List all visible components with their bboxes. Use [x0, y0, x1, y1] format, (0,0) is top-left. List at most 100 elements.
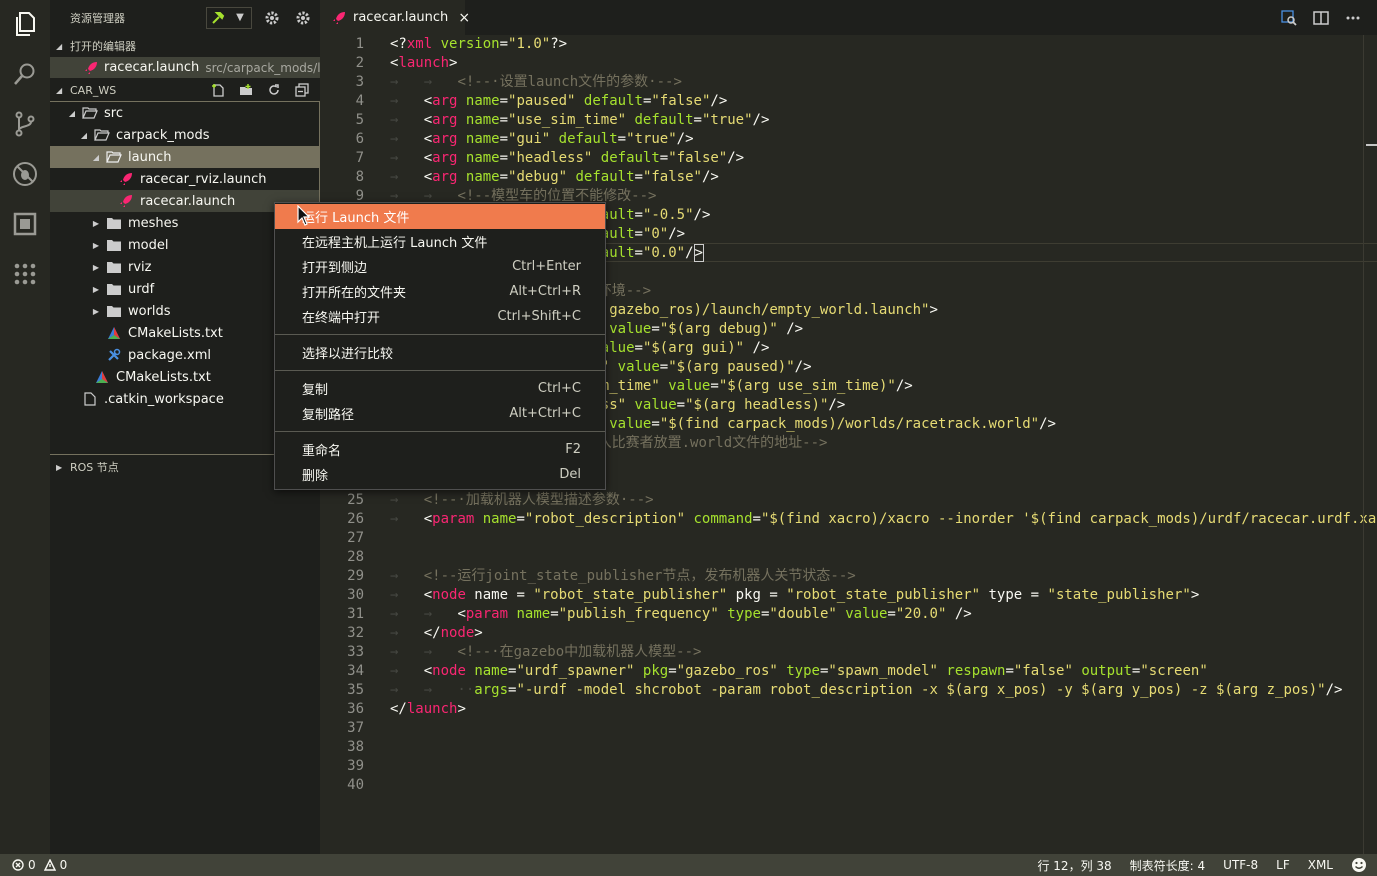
language-mode[interactable]: XML: [1308, 858, 1333, 872]
code-line: → <param name="robot_description" comman…: [390, 511, 1377, 527]
tree-item-label: urdf: [128, 281, 155, 297]
menu-item-label: 打开到侧边: [302, 261, 368, 276]
close-icon[interactable]: ×: [458, 10, 470, 26]
expanded-arrow-icon: ◢: [68, 108, 76, 118]
collapse-all-icon[interactable]: [288, 81, 316, 99]
rocket-icon: [332, 11, 346, 25]
line-number: 29: [347, 568, 364, 584]
vscode-window: 资源管理器 ▼ ◢ 打开的编辑器 racecar.launch src/carp…: [0, 0, 1377, 876]
hammer-icon[interactable]: [207, 11, 229, 25]
line-number: 2: [355, 55, 364, 71]
workspace-header[interactable]: ◢ CAR_WS: [50, 79, 320, 101]
tree-item-label: carpack_mods: [116, 127, 210, 143]
menu-item-delete[interactable]: 删除 Del: [275, 462, 605, 487]
open-editors-header[interactable]: ◢ 打开的编辑器: [50, 35, 320, 57]
folder-open-icon: [82, 105, 98, 121]
refresh-icon[interactable]: [260, 81, 288, 99]
menu-item-label: 删除: [302, 469, 329, 484]
explorer-icon[interactable]: [12, 11, 38, 37]
code-line: </launch>: [390, 701, 466, 717]
menu-item-copy-path[interactable]: 复制路径 Alt+Ctrl+C: [275, 401, 605, 426]
settings-gear-icon[interactable]: [289, 7, 317, 29]
gear-icon[interactable]: [258, 7, 286, 29]
menu-item-rename[interactable]: 重命名 F2: [275, 437, 605, 462]
warning-icon: [43, 859, 56, 871]
tree-item-label: racecar.launch: [140, 193, 236, 209]
encoding[interactable]: UTF-8: [1223, 858, 1258, 872]
line-number: 26: [347, 511, 364, 527]
code-line: <?xml version="1.0"?>: [390, 36, 568, 52]
menu-item-reveal-folder[interactable]: 打开所在的文件夹 Alt+Ctrl+R: [275, 279, 605, 304]
folder-icon: [106, 259, 122, 275]
cursor-position[interactable]: 行 12，列 38: [1037, 857, 1111, 874]
extensions-icon[interactable]: [12, 211, 38, 237]
menu-item-run-launch[interactable]: 运行 Launch 文件: [275, 204, 605, 229]
chevron-down-icon[interactable]: ▼: [229, 12, 251, 23]
menu-item-copy[interactable]: 复制 Ctrl+C: [275, 376, 605, 401]
sidebar-title: 资源管理器: [70, 11, 125, 25]
tree-item-src[interactable]: ◢ src: [50, 102, 319, 124]
collapsed-arrow-icon: ▶: [92, 240, 100, 250]
menu-item-open-terminal[interactable]: 在终端中打开 Ctrl+Shift+C: [275, 304, 605, 329]
line-number: 25: [347, 492, 364, 508]
ros-icon[interactable]: [12, 261, 38, 287]
tree-item-label: worlds: [128, 303, 171, 319]
collapse-triangle-icon: ◢: [56, 85, 63, 95]
menu-item-run-remote[interactable]: 在远程主机上运行 Launch 文件: [275, 229, 605, 254]
line-ending[interactable]: LF: [1276, 858, 1290, 872]
more-actions-icon[interactable]: [1337, 8, 1369, 28]
build-dropdown[interactable]: ▼: [206, 6, 252, 29]
tree-item-label: meshes: [128, 215, 179, 231]
line-number: 3: [355, 74, 364, 90]
vertical-scrollbar[interactable]: [1363, 35, 1377, 854]
line-number: 33: [347, 644, 364, 660]
tree-item-carpack-mods[interactable]: ◢ carpack_mods: [50, 124, 319, 146]
editor-actions: [1273, 8, 1369, 28]
tree-item-racecar-rviz-launch[interactable]: racecar_rviz.launch: [50, 168, 319, 190]
collapsed-arrow-icon: ▶: [92, 262, 100, 272]
tree-item-label: model: [128, 237, 169, 253]
menu-item-label: 打开所在的文件夹: [302, 286, 407, 301]
code-line: → <arg name="headless" default="false"/>: [390, 150, 745, 166]
collapse-triangle-icon: ◢: [56, 41, 63, 51]
source-control-icon[interactable]: [12, 111, 38, 137]
problems-indicator[interactable]: 0 0: [0, 858, 67, 872]
cmake-icon: [106, 325, 122, 341]
menu-item-shortcut: Ctrl+Shift+C: [497, 309, 581, 324]
tab-size[interactable]: 制表符长度: 4: [1130, 857, 1206, 874]
expanded-arrow-icon: ◢: [92, 152, 100, 162]
menu-item-open-to-side[interactable]: 打开到侧边 Ctrl+Enter: [275, 254, 605, 279]
code-line: → → <!--·在gazebo中加载机器人模型-->: [390, 644, 702, 660]
debug-icon[interactable]: [12, 161, 38, 187]
code-line: → → <param name="publish_frequency" type…: [390, 606, 972, 622]
folder-open-icon: [106, 149, 122, 165]
code-line: → <arg name="paused" default="false"/>: [390, 93, 728, 109]
search-icon[interactable]: [12, 61, 38, 87]
cmake-icon: [94, 369, 110, 385]
line-number: 37: [347, 720, 364, 736]
open-preview-icon[interactable]: [1273, 8, 1305, 28]
open-editor-item[interactable]: racecar.launch src/carpack_mods/la...: [50, 57, 320, 78]
context-menu: 运行 Launch 文件 在远程主机上运行 Launch 文件 打开到侧边 Ctr…: [274, 202, 606, 490]
tree-item-launch[interactable]: ◢ launch: [50, 146, 319, 168]
error-icon: [12, 859, 24, 871]
line-number: 34: [347, 663, 364, 679]
line-number: 30: [347, 587, 364, 603]
new-file-icon[interactable]: [204, 81, 232, 99]
tab-racecar-launch[interactable]: racecar.launch ×: [320, 0, 470, 35]
warning-count: 0: [59, 858, 68, 872]
line-number: 28: [347, 549, 364, 565]
tree-item-label: launch: [128, 149, 172, 165]
folder-icon: [106, 303, 122, 319]
feedback-smiley-icon[interactable]: [1351, 857, 1367, 873]
split-editor-icon[interactable]: [1305, 8, 1337, 28]
menu-item-select-compare[interactable]: 选择以进行比较: [275, 340, 605, 365]
tree-item-label: racecar_rviz.launch: [140, 171, 267, 187]
code-line: → <arg name="use_sim_time" default="true…: [390, 112, 770, 128]
collapsed-triangle-icon: ▶: [56, 462, 63, 472]
code-line: → <arg name="gui" default="true"/>: [390, 131, 694, 147]
collapsed-arrow-icon: ▶: [92, 218, 100, 228]
folder-icon: [106, 237, 122, 253]
menu-item-shortcut: Ctrl+Enter: [512, 259, 581, 274]
new-folder-icon[interactable]: [232, 81, 260, 99]
